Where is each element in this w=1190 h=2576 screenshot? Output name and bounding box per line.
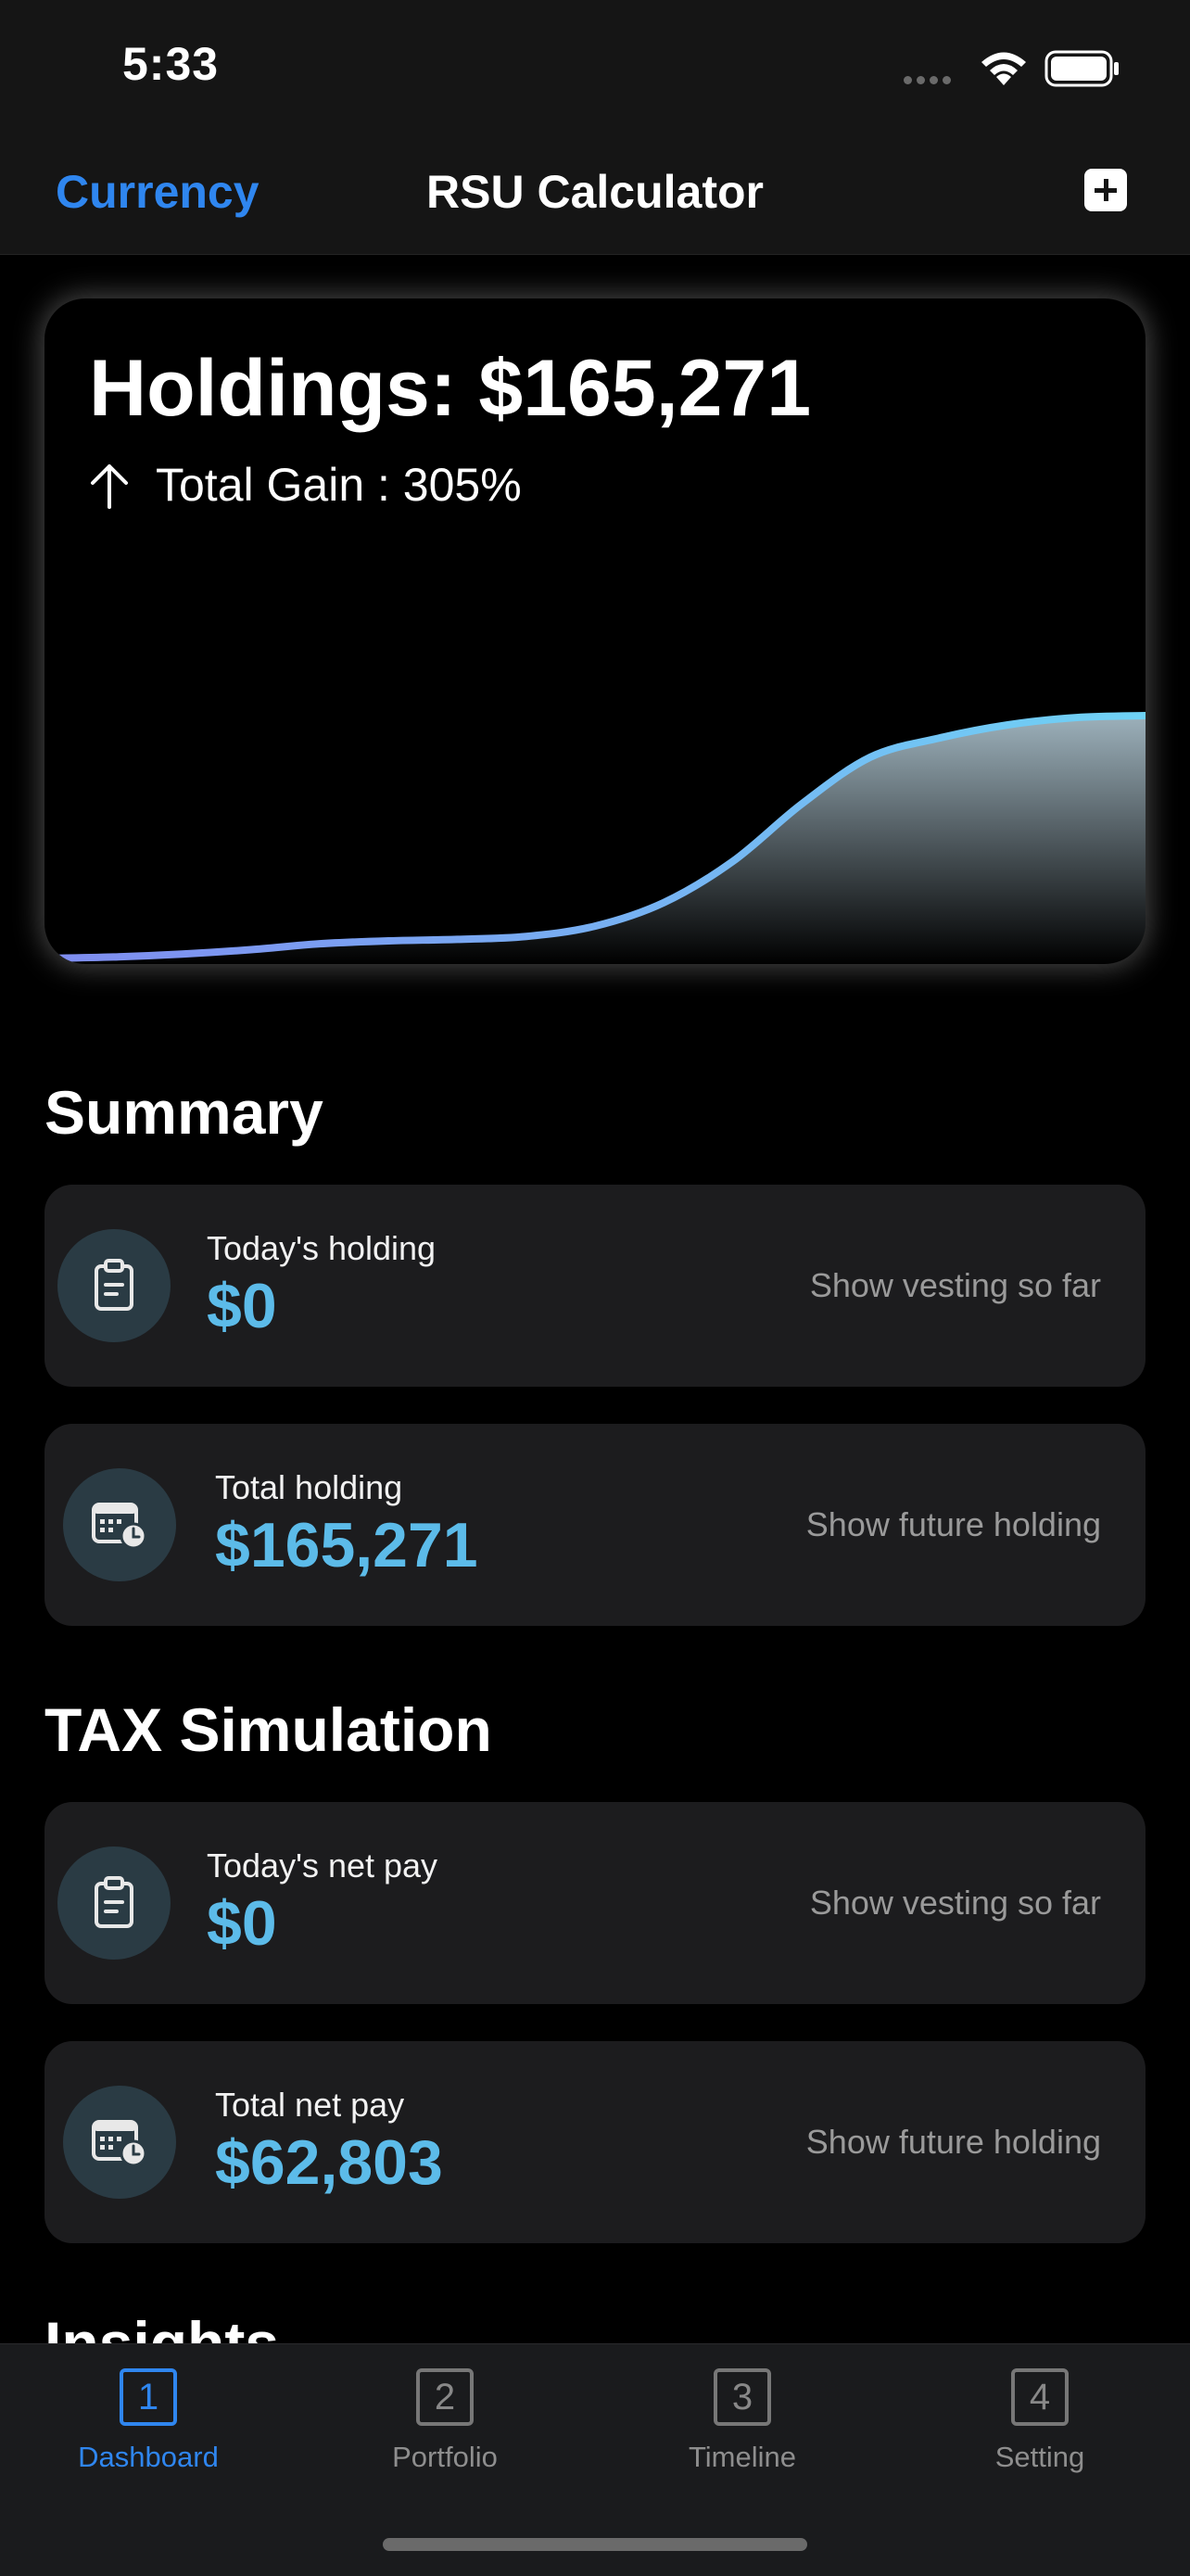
tab-setting[interactable]: 4 Setting — [929, 2368, 1151, 2474]
calendar-clock-icon — [63, 2086, 176, 2199]
tab-2-icon: 2 — [416, 2368, 474, 2426]
status-time: 5:33 — [122, 38, 220, 90]
page-title: RSU Calculator — [426, 166, 764, 218]
arrow-up-icon — [91, 464, 128, 509]
clipboard-icon — [57, 1846, 171, 1960]
summary-title: Summary — [44, 1078, 323, 1147]
show-vesting-link[interactable]: Show vesting so far — [810, 1266, 1101, 1305]
row-value: $62,803 — [215, 2127, 443, 2198]
row-value: $0 — [207, 1271, 277, 1341]
show-future-holding-link[interactable]: Show future holding — [806, 2123, 1101, 2162]
total-net-pay-row[interactable]: Total net pay $62,803 Show future holdin… — [44, 2041, 1146, 2243]
tab-portfolio[interactable]: 2 Portfolio — [334, 2368, 556, 2474]
tab-3-icon: 3 — [714, 2368, 771, 2426]
row-value: $0 — [207, 1888, 277, 1959]
holdings-card: Holdings: $165,271 Total Gain : 305% — [44, 298, 1146, 964]
tab-1-icon: 1 — [120, 2368, 177, 2426]
wifi-icon — [981, 52, 1026, 85]
todays-holding-row[interactable]: Today's holding $0 Show vesting so far — [44, 1185, 1146, 1387]
row-value: $165,271 — [215, 1510, 478, 1580]
row-label: Today's holding — [207, 1229, 437, 1267]
row-label: Today's net pay — [207, 1846, 438, 1884]
total-gain-label: Total Gain : 305% — [156, 459, 522, 511]
tab-label: Setting — [994, 2441, 1085, 2473]
total-holding-row[interactable]: Total holding $165,271 Show future holdi… — [44, 1424, 1146, 1626]
cellular-signal-icon — [904, 72, 956, 89]
tab-4-icon: 4 — [1011, 2368, 1069, 2426]
show-future-holding-link[interactable]: Show future holding — [806, 1505, 1101, 1544]
tab-label: Portfolio — [392, 2441, 498, 2473]
todays-net-pay-row[interactable]: Today's net pay $0 Show vesting so far — [44, 1802, 1146, 2004]
tab-timeline[interactable]: 3 Timeline — [631, 2368, 854, 2474]
tab-label: Timeline — [689, 2441, 796, 2473]
total-gain: Total Gain : 305% — [89, 458, 522, 512]
status-bar: 5:33 — [0, 0, 1190, 139]
calendar-clock-icon — [63, 1468, 176, 1581]
tab-dashboard[interactable]: 1 Dashboard — [37, 2368, 260, 2474]
show-vesting-link[interactable]: Show vesting so far — [810, 1884, 1101, 1922]
row-label: Total holding — [215, 1468, 403, 1506]
row-label: Total net pay — [215, 2086, 405, 2124]
tab-label: Dashboard — [78, 2441, 219, 2473]
tax-simulation-title: TAX Simulation — [44, 1695, 492, 1764]
battery-icon — [1044, 50, 1119, 87]
holdings-title: Holdings: $165,271 — [89, 344, 812, 433]
navigation-bar: Currency RSU Calculator — [0, 139, 1190, 255]
home-indicator — [383, 2538, 807, 2551]
clipboard-icon — [57, 1229, 171, 1342]
plus-square-icon[interactable] — [1084, 169, 1127, 211]
